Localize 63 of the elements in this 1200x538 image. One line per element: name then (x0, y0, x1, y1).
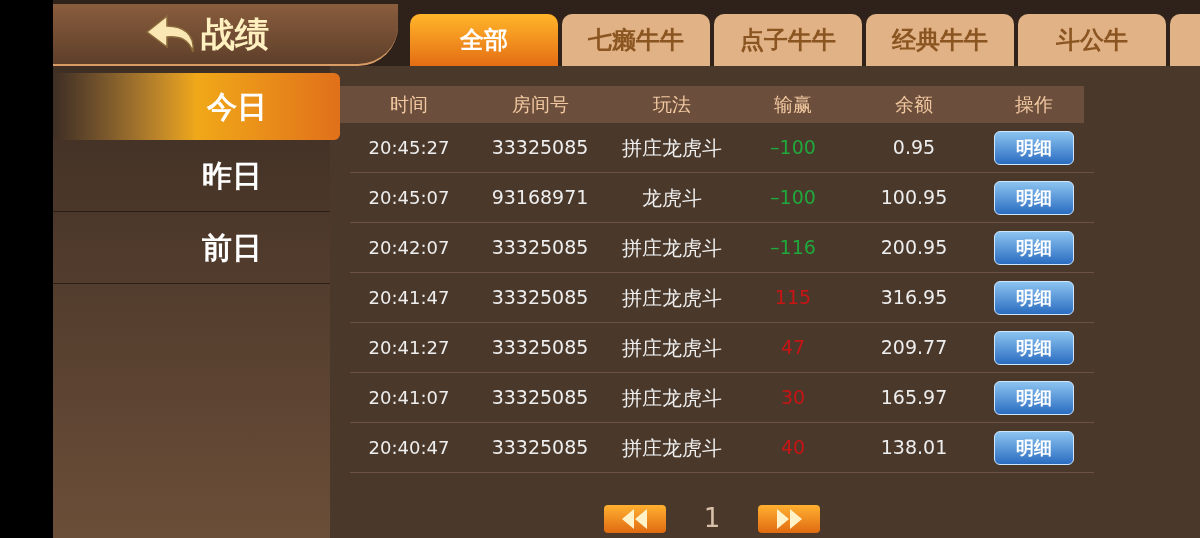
detail-button[interactable]: 明细 (994, 230, 1074, 265)
game-tab[interactable]: 点子牛牛 (714, 14, 862, 66)
table-cell-text: 20:41:07 (367, 386, 451, 410)
table-cell-text: 拼庄龙虎斗 (621, 134, 723, 162)
table-cell-text: 20:45:27 (367, 136, 451, 160)
column-header: 余额 (894, 92, 934, 118)
table-cell-text: 20:41:47 (367, 286, 451, 310)
table-cell-text: 33325085 (490, 235, 590, 261)
table-cell-text: 115 (773, 285, 813, 311)
detail-button[interactable]: 明细 (994, 280, 1074, 315)
table-cell-text: 47 (779, 335, 807, 361)
column-header: 玩法 (652, 92, 692, 118)
date-tab[interactable]: 昨日 (53, 140, 330, 212)
table-cell-text: 0.95 (891, 135, 937, 161)
double-left-icon (621, 508, 648, 529)
table-cell-text: 33325085 (490, 135, 590, 161)
table-cell-text: 拼庄龙虎斗 (621, 284, 723, 312)
table-cell-text: 40 (779, 435, 807, 461)
detail-button[interactable]: 明细 (994, 430, 1074, 465)
table-cell-text: 拼庄龙虎斗 (621, 334, 723, 362)
detail-button[interactable]: 明细 (994, 330, 1074, 365)
game-tab[interactable]: 全部 (410, 14, 558, 66)
page-title: 战绩 (201, 17, 269, 51)
table-cell-text: 316.95 (879, 285, 949, 311)
column-header: 时间 (389, 92, 429, 118)
game-tab[interactable]: 七癞牛牛 (562, 14, 710, 66)
detail-button[interactable]: 明细 (994, 380, 1074, 415)
detail-button[interactable]: 明细 (994, 180, 1074, 215)
previous-page-button[interactable] (603, 504, 666, 533)
column-header: 输赢 (773, 92, 813, 118)
table-cell-text: 20:40:47 (367, 436, 451, 460)
column-header: 操作 (1014, 92, 1054, 118)
table-cell-text: 龙虎斗 (641, 184, 703, 212)
date-tab[interactable]: 今日 (53, 73, 340, 140)
table-cell-text: –100 (769, 135, 817, 161)
table-cell-text: 100.95 (879, 185, 949, 211)
table-cell-text: 33325085 (490, 435, 590, 461)
table-cell-text: 33325085 (490, 335, 590, 361)
table-cell-text: –116 (769, 235, 817, 261)
page-number: 1 (703, 502, 721, 535)
detail-button[interactable]: 明细 (994, 130, 1074, 165)
table-cell-text: 20:41:27 (367, 336, 451, 360)
table-cell-text: 拼庄龙虎斗 (621, 234, 723, 262)
table-cell-text: 拼庄龙虎斗 (621, 434, 723, 462)
game-tab[interactable]: 斗公牛 (1018, 14, 1166, 66)
table-cell-text: 209.77 (879, 335, 949, 361)
game-tab[interactable]: 经典牛牛 (866, 14, 1014, 66)
next-page-button[interactable] (758, 504, 821, 533)
table-cell-text: 20:42:07 (367, 236, 451, 260)
table-cell-text: 200.95 (879, 235, 949, 261)
table-cell-text: –100 (769, 185, 817, 211)
back-arrow-icon[interactable] (145, 14, 197, 54)
column-header: 房间号 (510, 92, 570, 118)
table-cell-text: 20:45:07 (367, 186, 451, 210)
table-cell-text: 33325085 (490, 385, 590, 411)
table-cell-text: 拼庄龙虎斗 (621, 384, 723, 412)
date-tab[interactable]: 前日 (53, 212, 330, 284)
table-cell-text: 165.97 (879, 385, 949, 411)
double-right-icon (776, 508, 803, 529)
table-cell-text: 30 (779, 385, 807, 411)
table-cell-text: 138.01 (879, 435, 949, 461)
table-cell-text: 33325085 (490, 285, 590, 311)
table-cell-text: 93168971 (490, 185, 590, 211)
